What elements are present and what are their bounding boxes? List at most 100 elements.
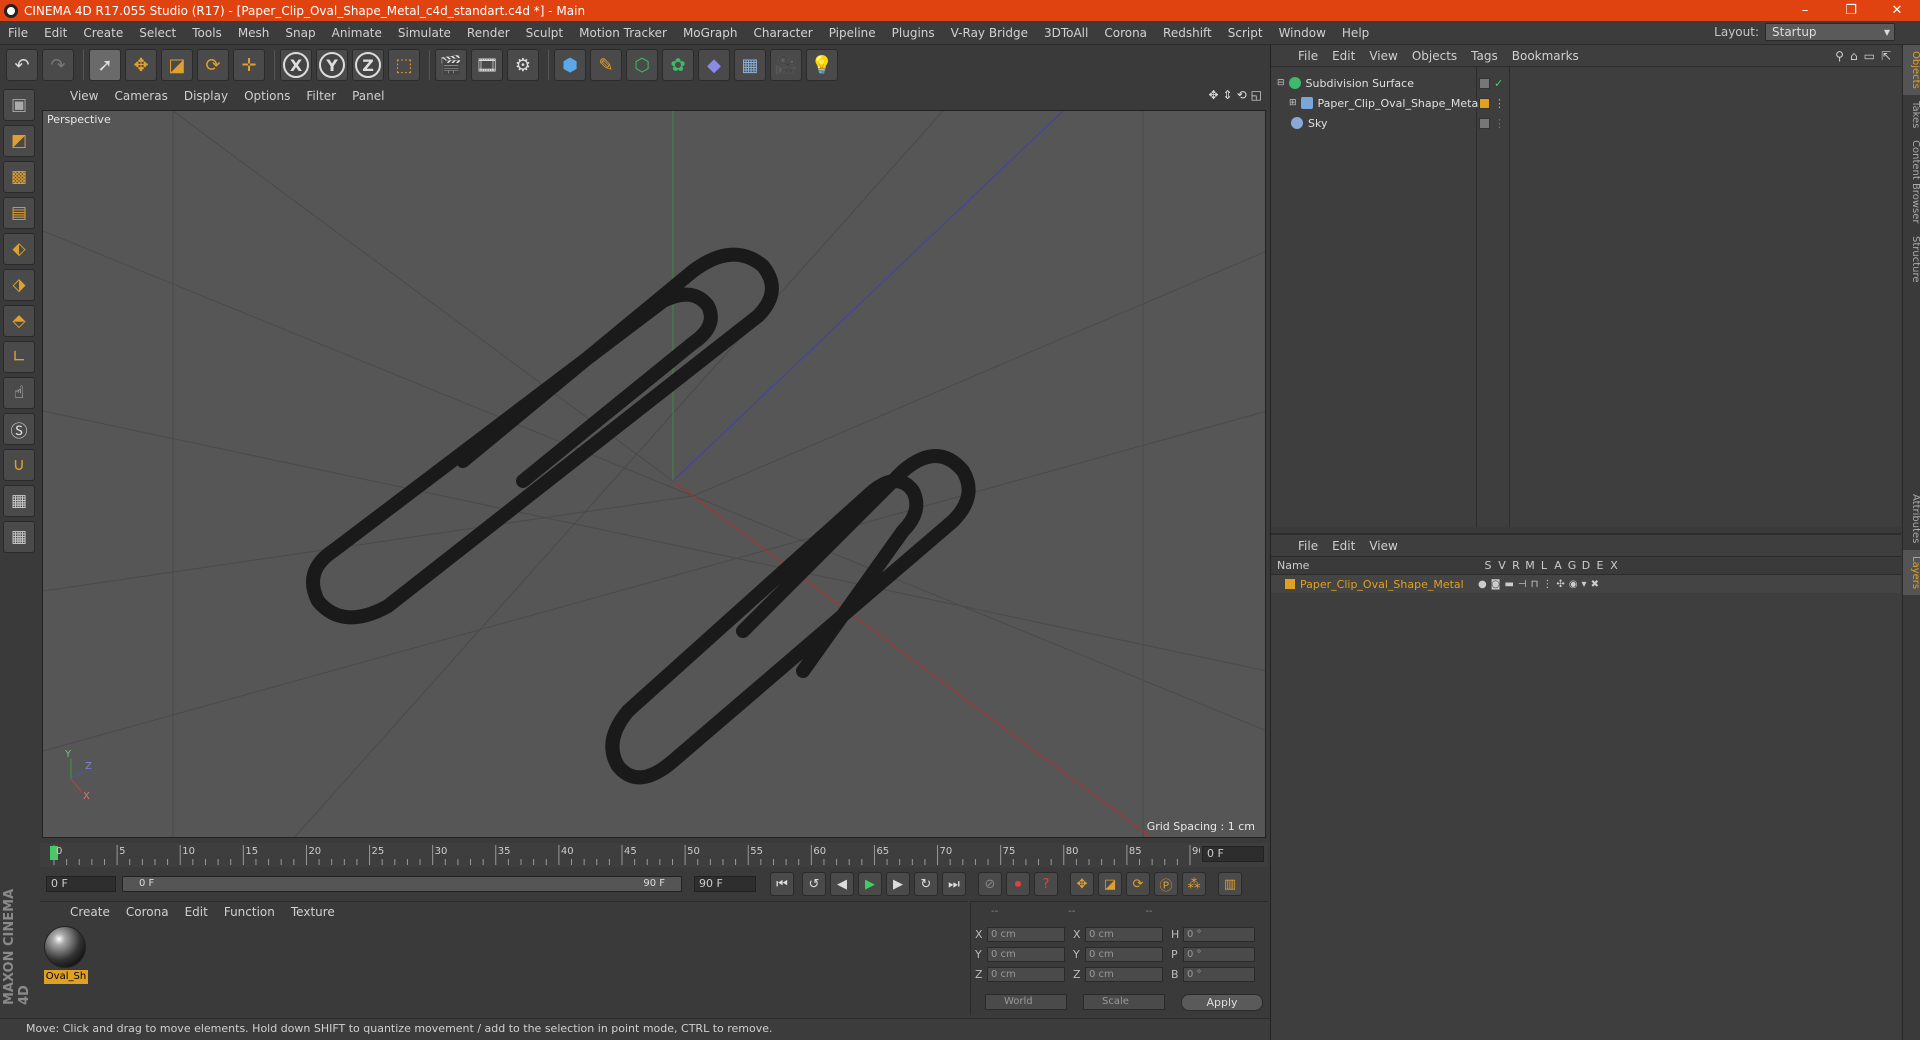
col-r[interactable]: R [1509,559,1523,572]
tab-layers[interactable]: Layers [1903,549,1920,595]
search-icon[interactable]: ⚲ [1835,49,1844,63]
deformer-icon[interactable]: ◆ [698,49,730,81]
axis-mode-icon[interactable]: ∟ [3,341,35,373]
frame-range-slider[interactable]: 0 F 90 F [122,876,682,892]
menu-script[interactable]: Script [1220,26,1271,40]
deformers-layer-icon[interactable]: ◉ [1569,579,1578,590]
go-to-start-icon[interactable]: ⏮ [770,872,794,896]
menu-redshift[interactable]: Redshift [1155,26,1220,40]
mat-menu-edit[interactable]: Edit [177,905,216,919]
next-frame-icon[interactable]: ▶ [886,872,910,896]
coord-mode-dropdown[interactable]: Scale [1083,994,1165,1010]
menu-3dtoall[interactable]: 3DToAll [1036,26,1096,40]
timeline-window-icon[interactable]: ▥ [1218,872,1242,896]
3d-viewport[interactable]: Y Z X Perspective Grid Spacing : 1 cm [42,110,1266,838]
col-a[interactable]: A [1551,559,1565,572]
menu-animate[interactable]: Animate [324,26,390,40]
world-coord-icon[interactable]: ⬚ [388,49,420,81]
array-icon[interactable]: ✿ [662,49,694,81]
col-x[interactable]: X [1607,559,1621,572]
menu-tools[interactable]: Tools [184,26,230,40]
vp-menu-filter[interactable]: Filter [298,89,344,103]
z-axis-icon[interactable]: Z [352,49,384,81]
rotate-icon[interactable]: ⟳ [197,49,229,81]
menu-render[interactable]: Render [459,26,518,40]
key-scale-icon[interactable]: ◪ [1098,872,1122,896]
col-g[interactable]: G [1565,559,1579,572]
new-window-icon[interactable]: ▭ [1864,49,1875,63]
layout-dropdown[interactable]: Startup [1765,23,1895,41]
floor-icon[interactable]: ▦ [734,49,766,81]
lock-layer-icon[interactable]: ⊓ [1531,579,1539,590]
tab-content-browser[interactable]: Content Browser [1903,134,1920,229]
expressions-layer-icon[interactable]: ▾ [1582,579,1587,590]
om-menu-file[interactable]: File [1291,49,1325,63]
camera-icon[interactable]: 🎥 [770,49,802,81]
solo-icon[interactable]: Ⓢ [3,413,35,445]
current-frame-field[interactable]: 0 F [1202,846,1264,862]
menu-character[interactable]: Character [745,26,820,40]
play-icon[interactable]: ▶ [858,872,882,896]
rot-p-field[interactable]: 0 ° [1183,946,1255,962]
scale-icon[interactable]: ◪ [161,49,193,81]
menu-corona[interactable]: Corona [1096,26,1155,40]
layer-color-swatch[interactable] [1285,579,1295,589]
dots-flag-icon[interactable]: ⋮ [1494,97,1505,110]
menu-help[interactable]: Help [1334,26,1377,40]
redo-icon[interactable]: ↷ [42,49,74,81]
menu-create[interactable]: Create [75,26,131,40]
render-layer-icon[interactable]: ▬ [1504,579,1513,590]
maximize-view-icon[interactable]: ◱ [1251,88,1262,102]
size-y-field[interactable]: 0 cm [1085,946,1163,962]
om-menu-tags[interactable]: Tags [1464,49,1505,63]
collapse-icon[interactable]: ⊟ [1277,78,1285,88]
om-menu-bookmarks[interactable]: Bookmarks [1505,49,1586,63]
manager-layer-icon[interactable]: ⊣ [1518,579,1527,590]
vp-menu-options[interactable]: Options [236,89,298,103]
solo-layer-icon[interactable]: ● [1478,579,1487,590]
undo-icon[interactable]: ↶ [6,49,38,81]
vp-menu-display[interactable]: Display [176,89,236,103]
menu-select[interactable]: Select [131,26,184,40]
pos-x-field[interactable]: 0 cm [987,926,1065,942]
animation-layer-icon[interactable]: ⋮ [1542,579,1552,590]
visibility-flag-icon[interactable] [1479,117,1490,129]
col-e[interactable]: E [1593,559,1607,572]
render-view-icon[interactable]: 🎬 [435,49,467,81]
render-settings-icon[interactable]: ⚙ [507,49,539,81]
rot-b-field[interactable]: 0 ° [1183,966,1255,982]
menu-window[interactable]: Window [1271,26,1334,40]
expand-icon[interactable]: ⊞ [1289,98,1297,108]
layer-color-flag[interactable] [1479,97,1490,109]
om-menu-view[interactable]: View [1362,49,1404,63]
live-select-icon[interactable]: ✛ [233,49,265,81]
start-frame-field[interactable]: 0 F [46,876,116,892]
dolly-view-icon[interactable]: ⇕ [1223,88,1233,102]
tweak-mode-icon[interactable]: ☝ [3,377,35,409]
y-axis-icon[interactable]: Y [316,49,348,81]
lm-menu-view[interactable]: View [1362,539,1404,553]
close-button[interactable]: ✕ [1874,0,1920,21]
col-l[interactable]: L [1537,559,1551,572]
mat-menu-corona[interactable]: Corona [118,905,177,919]
planar-workplane-icon[interactable]: ▦ [3,521,35,553]
locked-workplane-icon[interactable]: ▦ [3,485,35,517]
record-icon[interactable]: ⊘ [978,872,1002,896]
xref-layer-icon[interactable]: ✖ [1591,579,1599,590]
vp-menu-panel[interactable]: Panel [344,89,392,103]
mat-menu-texture[interactable]: Texture [283,905,343,919]
menu-sculpt[interactable]: Sculpt [518,26,571,40]
mat-menu-function[interactable]: Function [216,905,283,919]
layer-row[interactable]: Paper_Clip_Oval_Shape_Metal ● ◙ ▬ ⊣ ⊓ ⋮ … [1271,575,1901,593]
tab-takes[interactable]: Takes [1903,95,1920,134]
visibility-flag-icon[interactable] [1479,77,1490,89]
expand-icon[interactable]: ⇱ [1881,49,1891,63]
col-v[interactable]: V [1495,559,1509,572]
render-picture-icon[interactable]: 🎞 [471,49,503,81]
material-swatch[interactable]: Oval_Sh [44,926,88,984]
prev-key-icon[interactable]: ↺ [802,872,826,896]
menu-vray-bridge[interactable]: V-Ray Bridge [943,26,1036,40]
menu-mesh[interactable]: Mesh [230,26,278,40]
size-z-field[interactable]: 0 cm [1085,966,1163,982]
maximize-button[interactable]: ❐ [1828,0,1874,21]
